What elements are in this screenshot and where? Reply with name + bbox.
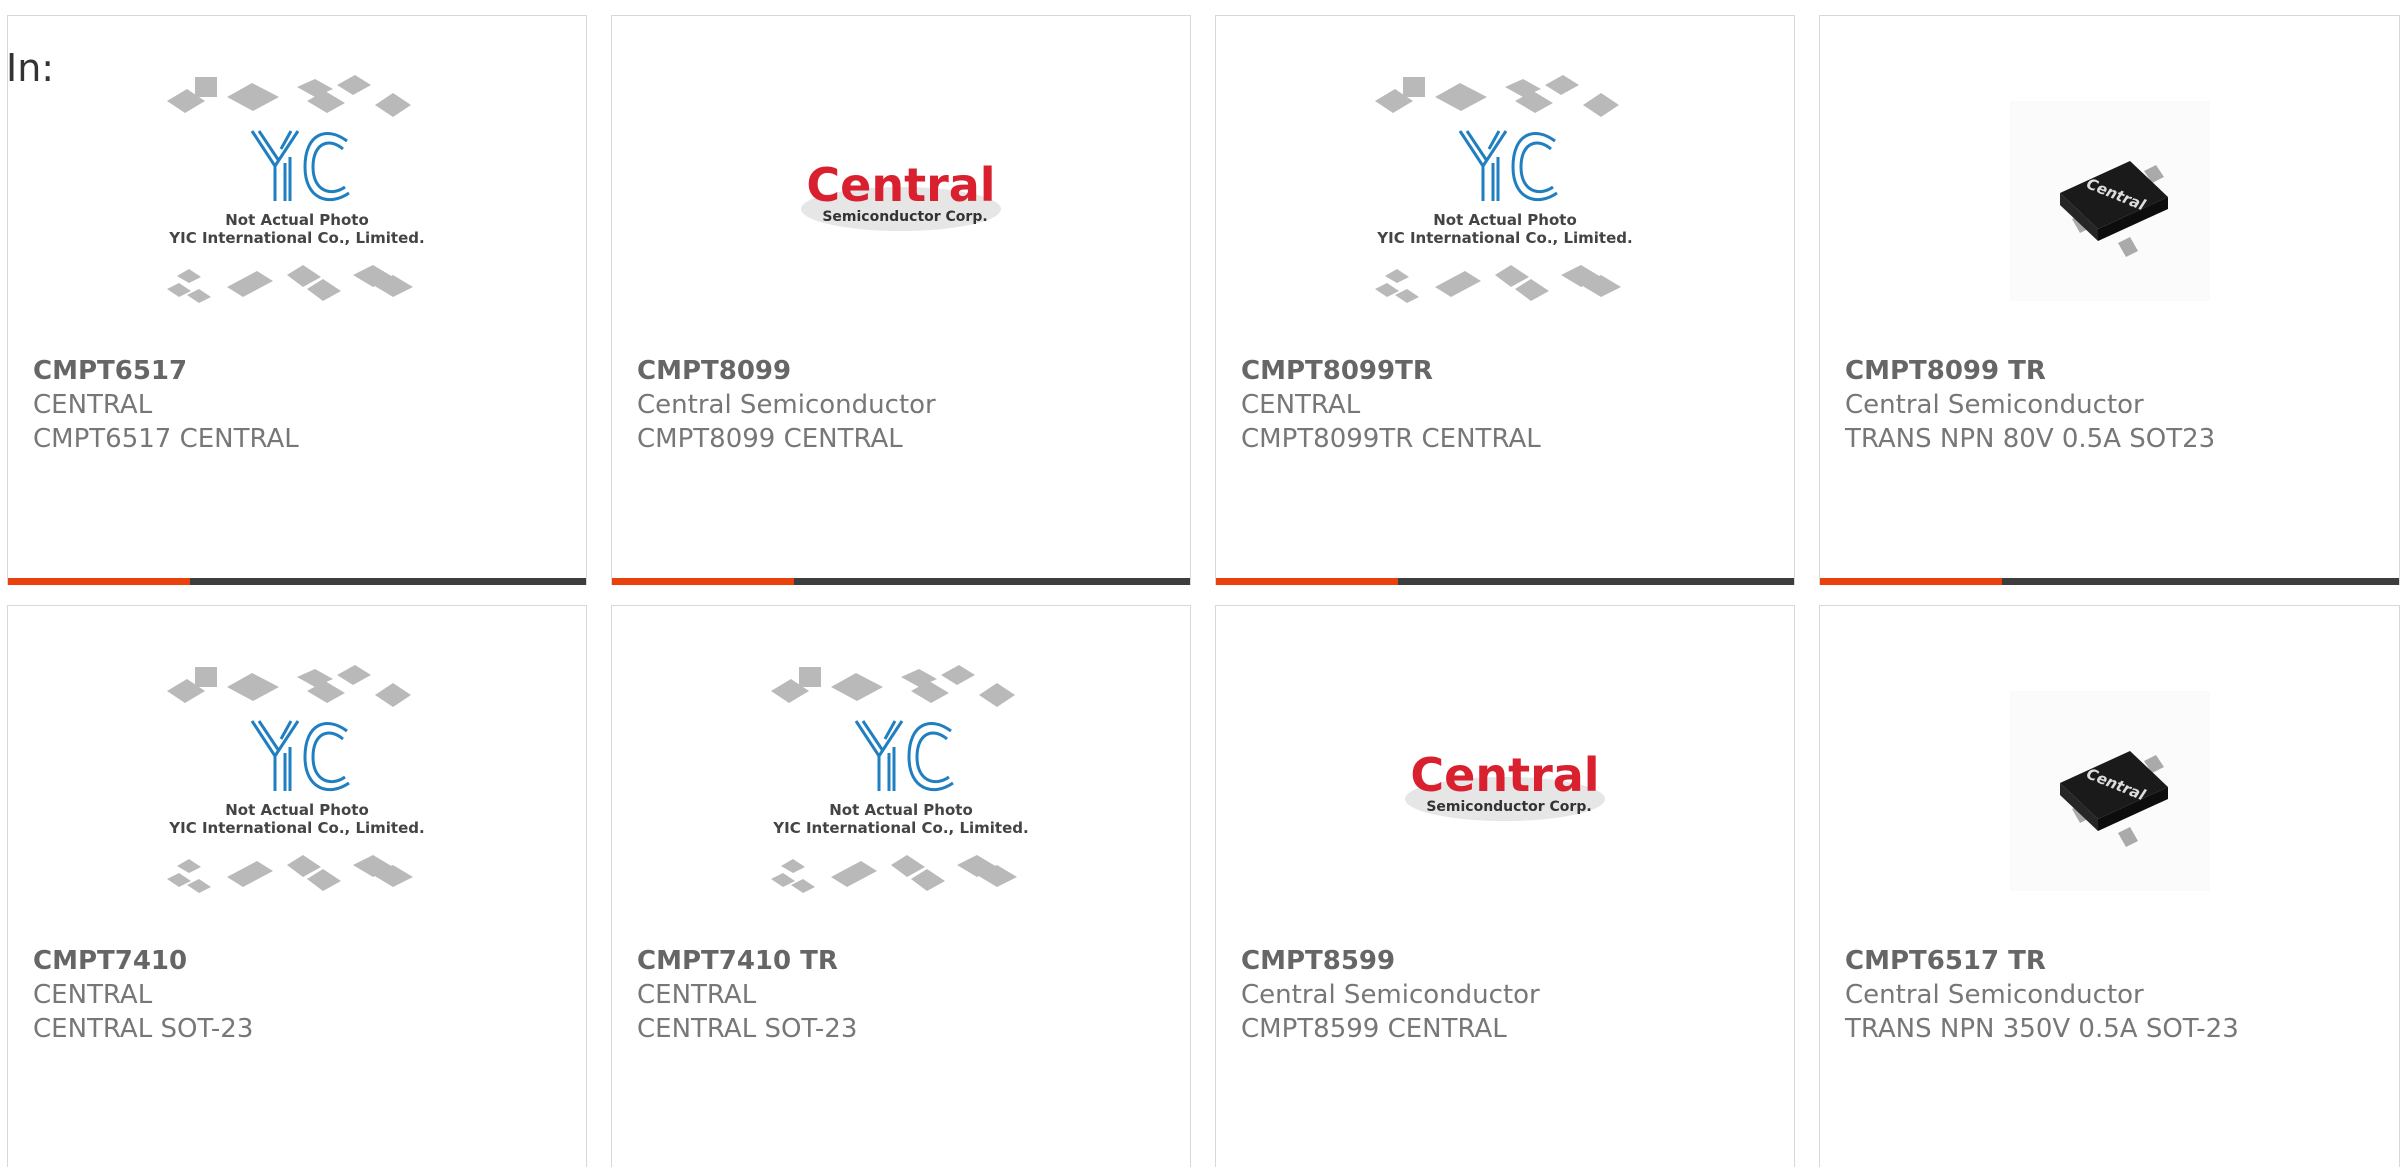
description: CENTRAL SOT-23 [33, 1014, 254, 1044]
card-bottom-bar [1820, 578, 2399, 585]
manufacturer: CENTRAL [33, 390, 153, 420]
product-card[interactable]: Central CMPT8099 TR Central Semiconducto… [1819, 15, 2400, 585]
yic-placeholder-image: Not Actual Photo YIC International Co., … [167, 665, 425, 893]
yic-placeholder-image: Not Actual Photo YIC International Co., … [1375, 75, 1633, 303]
part-number[interactable]: CMPT8599 [1241, 944, 1784, 978]
svg-text:YIC International Co., Limited: YIC International Co., Limited. [1376, 229, 1632, 247]
sot23-chip-image: Central [2009, 101, 2210, 301]
product-image[interactable]: Not Actual Photo YIC International Co., … [612, 636, 1190, 946]
manufacturer: Central Semiconductor [1845, 980, 2144, 1010]
part-number[interactable]: CMPT8099 TR [1845, 354, 2389, 388]
description: CMPT6517 CENTRAL [33, 424, 299, 454]
description: CENTRAL SOT-23 [637, 1014, 858, 1044]
manufacturer: CENTRAL [1241, 390, 1361, 420]
description: CMPT8099TR CENTRAL [1241, 424, 1541, 454]
filter-in-label: In: [6, 46, 55, 90]
product-card[interactable]: Not Actual Photo YIC International Co., … [611, 605, 1191, 1167]
description: TRANS NPN 80V 0.5A SOT23 [1845, 424, 2216, 454]
product-image[interactable]: Central Semiconductor Corp. [612, 46, 1190, 356]
product-image[interactable]: Central [1820, 636, 2399, 946]
card-bottom-bar [1216, 578, 1794, 585]
product-card[interactable]: Central Semiconductor Corp. CMPT8099 Cen… [611, 15, 1191, 585]
svg-text:Not Actual Photo: Not Actual Photo [225, 211, 369, 229]
svg-text:Semiconductor Corp.: Semiconductor Corp. [822, 209, 987, 225]
product-image[interactable]: Not Actual Photo YIC International Co., … [1216, 46, 1794, 356]
product-card[interactable]: Not Actual Photo YIC International Co., … [7, 605, 587, 1167]
part-number[interactable]: CMPT6517 [33, 354, 576, 388]
central-logo-image: Central Semiconductor Corp. [1405, 748, 1605, 821]
description: TRANS NPN 350V 0.5A SOT-23 [1845, 1014, 2239, 1044]
card-bottom-bar [8, 578, 586, 585]
product-image[interactable]: Central Semiconductor Corp. [1216, 636, 1794, 946]
sot23-chip-image: Central [2009, 691, 2210, 891]
manufacturer: Central Semiconductor [637, 390, 936, 420]
part-number[interactable]: CMPT8099TR [1241, 354, 1784, 388]
card-bottom-bar [612, 578, 1190, 585]
description: CMPT8099 CENTRAL [637, 424, 903, 454]
svg-text:Not Actual Photo: Not Actual Photo [1433, 211, 1577, 229]
product-card[interactable]: Not Actual Photo YIC International Co., … [1215, 15, 1795, 585]
card-accent [1820, 578, 2002, 585]
svg-text:YIC International Co., Limited: YIC International Co., Limited. [168, 229, 424, 247]
product-image[interactable]: Not Actual Photo YIC International Co., … [8, 636, 586, 946]
svg-text:YIC International Co., Limited: YIC International Co., Limited. [168, 819, 424, 837]
part-number[interactable]: CMPT7410 [33, 944, 576, 978]
svg-text:Not Actual Photo: Not Actual Photo [829, 801, 973, 819]
card-accent [8, 578, 190, 585]
manufacturer: CENTRAL [33, 980, 153, 1010]
card-accent [612, 578, 794, 585]
product-card[interactable]: Central Semiconductor Corp. CMPT8599 Cen… [1215, 605, 1795, 1167]
svg-text:Semiconductor Corp.: Semiconductor Corp. [1426, 799, 1591, 815]
manufacturer: CENTRAL [637, 980, 757, 1010]
yic-placeholder-image: Not Actual Photo YIC International Co., … [167, 75, 425, 303]
manufacturer: Central Semiconductor [1241, 980, 1540, 1010]
central-logo-image: Central Semiconductor Corp. [801, 158, 1001, 231]
svg-text:Not Actual Photo: Not Actual Photo [225, 801, 369, 819]
card-accent [1216, 578, 1398, 585]
description: CMPT8599 CENTRAL [1241, 1014, 1507, 1044]
product-card[interactable]: Not Actual Photo YIC International Co., … [7, 15, 587, 585]
part-number[interactable]: CMPT8099 [637, 354, 1180, 388]
part-number[interactable]: CMPT6517 TR [1845, 944, 2389, 978]
yic-placeholder-image: Not Actual Photo YIC International Co., … [771, 665, 1029, 893]
product-image[interactable]: Not Actual Photo YIC International Co., … [8, 46, 586, 356]
product-card[interactable]: Central CMPT6517 TR Central Semiconducto… [1819, 605, 2400, 1167]
svg-text:Central: Central [1410, 748, 1599, 802]
svg-text:YIC International Co., Limited: YIC International Co., Limited. [772, 819, 1028, 837]
manufacturer: Central Semiconductor [1845, 390, 2144, 420]
svg-text:Central: Central [806, 158, 995, 212]
part-number[interactable]: CMPT7410 TR [637, 944, 1180, 978]
product-image[interactable]: Central [1820, 46, 2399, 356]
